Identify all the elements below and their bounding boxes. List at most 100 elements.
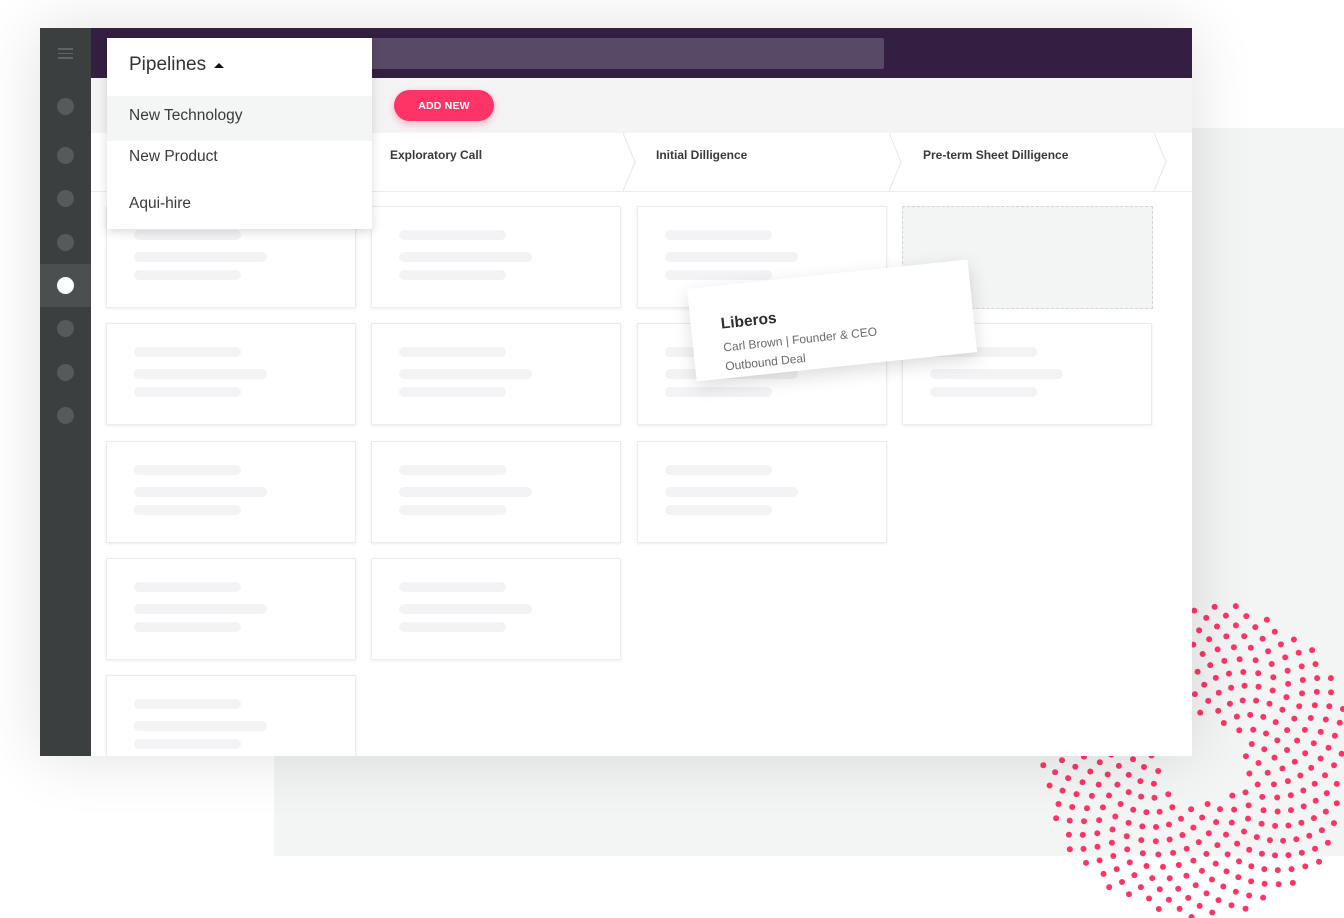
decorative-dot	[1317, 728, 1324, 735]
decorative-dot	[1212, 674, 1219, 681]
sidebar-item-1[interactable]	[40, 85, 91, 128]
deal-source: Outbound Deal	[724, 351, 807, 374]
decorative-dot	[1137, 884, 1144, 891]
dropdown-item-label: New Product	[129, 148, 218, 165]
skeleton-line	[134, 230, 241, 240]
stage-header-exploratory-call[interactable]: Exploratory Call	[390, 133, 656, 191]
deal-card-placeholder[interactable]	[371, 323, 621, 425]
deal-card-placeholder[interactable]	[371, 206, 621, 308]
stage-header-initial-dilligence[interactable]: Initial Dilligence	[656, 133, 922, 191]
dropdown-item-new-product[interactable]: New Product	[107, 137, 372, 182]
decorative-dot	[1046, 782, 1053, 789]
decorative-dot	[1259, 635, 1266, 642]
add-new-button[interactable]: ADD NEW	[394, 90, 494, 121]
dropdown-item-aqui-hire[interactable]: Aqui-hire	[107, 184, 372, 229]
decorative-dot	[1318, 827, 1325, 834]
decorative-dot	[1141, 764, 1147, 770]
decorative-dot	[1212, 860, 1219, 867]
decorative-dot	[1266, 700, 1273, 707]
deal-card-placeholder[interactable]	[637, 441, 887, 543]
skeleton-line	[930, 369, 1063, 379]
deal-card-placeholder[interactable]	[106, 441, 356, 543]
decorative-dot	[1059, 787, 1066, 794]
decorative-dot	[1285, 680, 1292, 687]
decorative-dot	[1252, 657, 1259, 664]
decorative-dot	[1295, 649, 1302, 656]
sidebar-item-5-active[interactable]	[40, 264, 91, 307]
deal-card-placeholder[interactable]	[106, 323, 356, 425]
decorative-dot	[1222, 612, 1229, 619]
decorative-dot	[1232, 888, 1239, 895]
decorative-dot	[1322, 808, 1329, 815]
decorative-dot	[1204, 801, 1211, 807]
decorative-dot	[1274, 794, 1281, 801]
decorative-dot	[1203, 850, 1210, 857]
sidebar-item-7[interactable]	[40, 351, 91, 394]
decorative-dot	[1283, 694, 1290, 701]
decorative-dot	[1123, 833, 1130, 840]
decorative-dot	[1152, 838, 1159, 845]
decorative-dot	[1235, 874, 1242, 881]
decorative-dot	[1324, 839, 1331, 846]
stage-label: Initial Dilligence	[656, 148, 748, 162]
nav-dot-icon	[57, 98, 74, 115]
decorative-dot	[1247, 644, 1254, 651]
skeleton-line	[399, 604, 532, 614]
deal-card-placeholder[interactable]	[106, 675, 356, 756]
decorative-dot	[1294, 737, 1301, 744]
decorative-dot	[1178, 815, 1184, 822]
decorative-dot	[1130, 806, 1137, 813]
decorative-dot	[1203, 614, 1210, 621]
decorative-dot	[1268, 661, 1275, 667]
sidebar-item-2[interactable]	[40, 134, 91, 177]
decorative-dot	[1095, 781, 1102, 788]
decorative-dot	[1165, 896, 1172, 903]
decorative-dot	[1272, 822, 1279, 829]
decorative-dot	[1322, 716, 1329, 723]
sidebar-item-4[interactable]	[40, 221, 91, 264]
sidebar-item-8[interactable]	[40, 394, 91, 437]
decorative-dot	[1232, 603, 1239, 610]
decorative-dot	[1223, 633, 1230, 640]
deal-card-placeholder[interactable]	[371, 558, 621, 660]
decorative-dot	[1302, 750, 1309, 757]
decorative-dot	[1253, 834, 1260, 841]
decorative-dot	[1232, 622, 1239, 629]
stage-chevron-icon	[623, 133, 636, 191]
decorative-dot	[1201, 681, 1208, 688]
dropdown-item-new-technology[interactable]: New Technology	[107, 96, 372, 141]
deal-company-name: Liberos	[719, 309, 778, 333]
decorative-dot	[1327, 675, 1334, 682]
decorative-dot	[1138, 793, 1145, 800]
deal-card-placeholder[interactable]	[106, 558, 356, 660]
decorative-dot	[1241, 633, 1248, 640]
decorative-dot	[1245, 815, 1251, 822]
decorative-dot	[1137, 778, 1144, 785]
decorative-dot	[1288, 807, 1294, 814]
sidebar-item-3[interactable]	[40, 177, 91, 220]
decorative-dot	[1275, 881, 1282, 888]
decorative-dot	[1288, 866, 1295, 873]
search-input[interactable]	[367, 38, 884, 69]
decorative-dot	[1072, 763, 1079, 770]
deal-card-placeholder[interactable]	[371, 441, 621, 543]
decorative-dot	[1338, 750, 1344, 757]
nav-dot-icon	[57, 190, 74, 207]
stage-header-pre-term-sheet-dilligence[interactable]: Pre-term Sheet Dilligence	[923, 133, 1189, 191]
hamburger-menu-icon[interactable]	[58, 48, 73, 59]
skeleton-line	[399, 622, 506, 632]
decorative-dot	[1266, 837, 1273, 844]
decorative-dot	[1263, 616, 1270, 623]
decorative-dot	[1322, 772, 1328, 779]
nav-dot-icon	[57, 320, 74, 337]
sidebar-item-6[interactable]	[40, 307, 91, 350]
decorative-dot	[1207, 662, 1214, 669]
decorative-dot	[1310, 815, 1317, 822]
decorative-dot	[1298, 819, 1305, 826]
decorative-dot	[1246, 846, 1253, 853]
dropdown-item-label: New Technology	[129, 107, 243, 124]
decorative-dot	[1096, 759, 1103, 766]
decorative-dot	[1277, 641, 1284, 648]
decorative-dot	[1065, 831, 1072, 838]
pipelines-dropdown-toggle[interactable]: Pipelines	[129, 54, 225, 76]
